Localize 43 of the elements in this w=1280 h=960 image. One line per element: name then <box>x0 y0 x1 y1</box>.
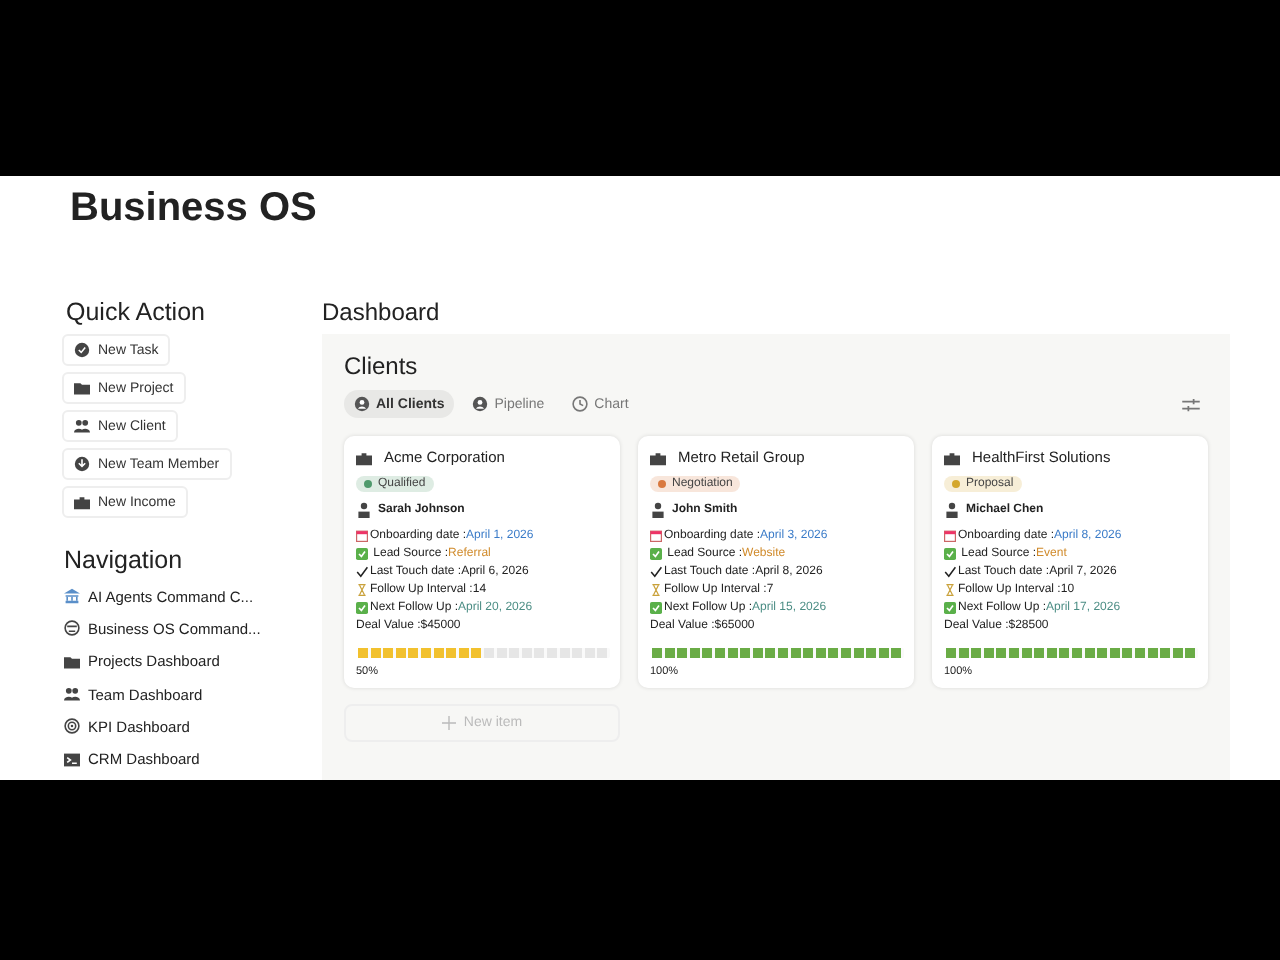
checkbox-icon <box>356 547 368 559</box>
section-title: Quick Action <box>66 298 205 326</box>
checkbox-icon <box>650 601 662 613</box>
person-icon <box>354 396 370 412</box>
calendar-icon <box>356 529 368 541</box>
client-card[interactable] <box>932 436 1208 688</box>
checkmark-icon <box>944 565 956 577</box>
checkbox-icon <box>944 601 956 613</box>
checkmark-icon <box>650 565 662 577</box>
hourglass-icon <box>356 583 368 595</box>
database-title: Clients <box>344 352 420 380</box>
client-card[interactable] <box>638 436 914 688</box>
hourglass-icon <box>650 583 662 595</box>
checkmark-icon <box>356 565 368 577</box>
checkbox-icon <box>356 601 368 613</box>
checkbox-icon <box>650 547 662 559</box>
people-icon <box>64 686 80 703</box>
filter-icon[interactable] <box>1182 397 1200 411</box>
task-icon <box>74 342 90 358</box>
person-icon <box>472 396 489 412</box>
section-title: Dashboard <box>322 298 442 326</box>
person-icon <box>356 502 372 518</box>
person-icon <box>944 502 960 518</box>
people-icon <box>74 418 90 434</box>
calendar-icon <box>944 529 956 541</box>
terminal-icon <box>64 751 80 768</box>
checkbox-icon <box>944 547 956 559</box>
folder-icon <box>64 653 80 670</box>
target-icon <box>64 718 80 735</box>
briefcase-icon <box>74 494 90 510</box>
section-title: Navigation <box>64 546 183 574</box>
briefcase-icon <box>944 449 960 465</box>
client-card[interactable] <box>344 436 620 688</box>
folder-icon <box>74 380 90 396</box>
briefcase-icon <box>356 449 372 465</box>
person-icon <box>650 502 666 518</box>
page-title: Business OS <box>70 184 319 234</box>
bank-icon <box>64 588 80 605</box>
plus-icon <box>441 716 456 730</box>
clock-icon <box>572 396 589 412</box>
calendar-icon <box>650 529 662 541</box>
hourglass-icon <box>944 583 956 595</box>
briefcase-icon <box>650 449 666 465</box>
